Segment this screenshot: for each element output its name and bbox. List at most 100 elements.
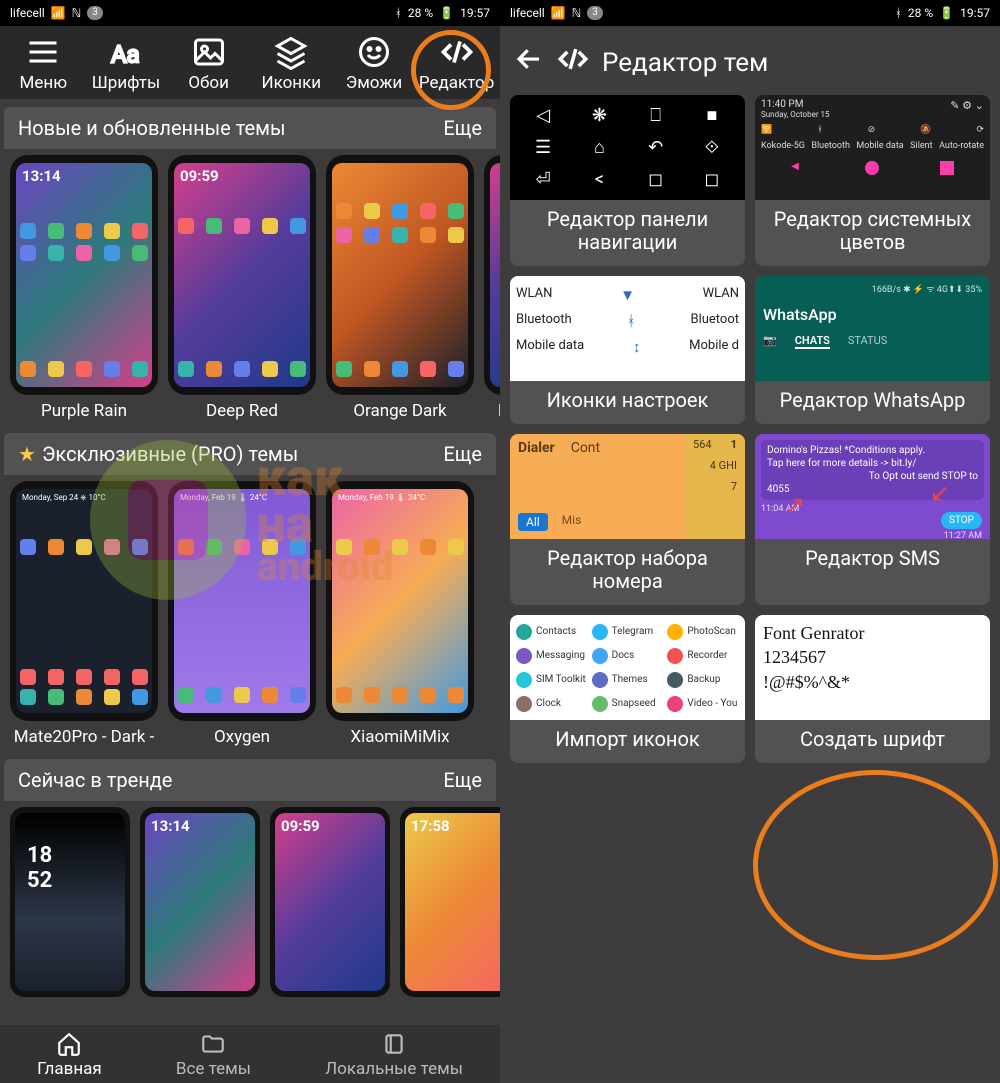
card-label: Иконки настроек [510, 381, 745, 424]
nav-all[interactable]: Все темы [176, 1031, 251, 1079]
editor-header: Редактор тем [500, 26, 1000, 89]
theme-card[interactable]: 13:14 [140, 807, 260, 997]
card-label: Редактор панели навигации [510, 200, 745, 266]
nav-all-label: Все темы [176, 1059, 251, 1079]
card-label: Импорт иконок [510, 720, 745, 763]
theme-clock: Monday, Feb 19 🌡 24°C [338, 493, 425, 502]
iconimport-thumb: ContactsTelegramPhotoScanMessagingDocsRe… [510, 615, 745, 720]
theme-card[interactable]: 09:59 [270, 807, 390, 997]
emoji-button[interactable]: Эможи [334, 34, 414, 93]
dialer-thumb: DialerCont 5641 4 GHI 7 AllMis [510, 434, 745, 539]
theme-name: Oxygen [168, 727, 316, 747]
theme-name: H [484, 401, 500, 421]
carrier-text: lifecell [10, 6, 45, 20]
battery-text: 28 % [408, 6, 433, 20]
editor-grid: ◁❋⎕■ ☰⌂↶⟐ ⏎<◻◻ Редактор панели навигации… [500, 89, 1000, 769]
icons-button[interactable]: Иконки [251, 34, 331, 93]
font-highlight-circle [753, 770, 998, 960]
signal-icon: 📶 [51, 6, 66, 20]
clock-text: 19:57 [960, 6, 990, 20]
theme-clock: 17:58 [411, 817, 450, 835]
nav-thumb: ◁❋⎕■ ☰⌂↶⟐ ⏎<◻◻ [510, 95, 745, 200]
svg-text:Aa: Aa [111, 41, 140, 69]
menu-button[interactable]: Меню [3, 34, 83, 93]
bluetooth-icon: ᚼ [895, 6, 902, 20]
syscolor-thumb: 11:40 PMSunday, October 15 ✎ ⚙ ⌄ 🛜ᚼ⊘🔕⟳ K… [755, 95, 990, 200]
theme-card[interactable]: Monday, Feb 19 🌡 24°C Oxygen [168, 481, 316, 747]
nav-home[interactable]: Главная [37, 1031, 102, 1079]
card-dialer[interactable]: DialerCont 5641 4 GHI 7 AllMis Редактор … [510, 434, 745, 605]
back-button[interactable] [514, 44, 544, 81]
font-thumb: Font Genrator 1234567 !@#$%^&* [755, 615, 990, 720]
star-icon: ★ [18, 442, 36, 466]
code-icon [556, 42, 590, 83]
fonts-label: Шрифты [92, 73, 160, 93]
theme-card[interactable]: Monday, Sep 24 ⎈ 10°C Mate20Pro - Dark - [10, 481, 158, 747]
theme-card[interactable]: 17:58 [400, 807, 500, 997]
card-label: Редактор набора номера [510, 539, 745, 605]
theme-name: Purple Rain [10, 401, 158, 421]
card-system-colors[interactable]: 11:40 PMSunday, October 15 ✎ ⚙ ⌄ 🛜ᚼ⊘🔕⟳ K… [755, 95, 990, 266]
sms-thumb: Domino's Pizzas! *Conditions apply. Tap … [755, 434, 990, 539]
whatsapp-thumb: 166B/s ✱ ⚡ ᯤ 4G⬆⬇ 35% WhatsApp 📷 CHATS S… [755, 276, 990, 381]
theme-name: Deep Red [168, 401, 316, 421]
notif-count: 3 [587, 6, 603, 20]
arrow-icon: ↗ [785, 491, 805, 519]
theme-name: XiaomiMiMix [326, 727, 474, 747]
clock-text: 19:57 [460, 6, 490, 20]
card-label: Редактор системных цветов [755, 200, 990, 266]
section-trend-title: Сейчас в тренде [18, 768, 172, 792]
section-pro-more[interactable]: Еще [443, 442, 482, 466]
theme-clock: 13:14 [151, 817, 190, 835]
theme-card[interactable]: 09:59 Deep Red [168, 155, 316, 421]
editor-button[interactable]: Редактор [417, 34, 497, 93]
wallpapers-button[interactable]: Обои [169, 34, 249, 93]
theme-card[interactable]: 13:14 Purple Rain [10, 155, 158, 421]
section-pro-body: Monday, Sep 24 ⎈ 10°C Mate20Pro - Dark -… [0, 475, 500, 751]
card-whatsapp[interactable]: 166B/s ✱ ⚡ ᯤ 4G⬆⬇ 35% WhatsApp 📷 CHATS S… [755, 276, 990, 424]
fonts-button[interactable]: Aa Шрифты [86, 34, 166, 93]
card-settings-icons[interactable]: WLAN▼WLAN BluetoothᚼBluetoot Mobile data… [510, 276, 745, 424]
section-trend-header[interactable]: Сейчас в тренде Еще [4, 759, 496, 801]
card-label: Создать шрифт [755, 720, 990, 763]
nav-local[interactable]: Локальные темы [325, 1031, 463, 1079]
menu-label: Меню [20, 73, 68, 93]
card-nav-editor[interactable]: ◁❋⎕■ ☰⌂↶⟐ ⏎<◻◻ Редактор панели навигации [510, 95, 745, 266]
theme-card[interactable]: Orange Dark [326, 155, 474, 421]
section-new-header[interactable]: Новые и обновленные темы Еще [4, 107, 496, 149]
signal-icon: 📶 [551, 6, 566, 20]
card-create-font[interactable]: Font Genrator 1234567 !@#$%^&* Создать ш… [755, 615, 990, 763]
card-label: Редактор SMS [755, 539, 990, 582]
nfc-icon: ℕ [72, 6, 82, 20]
theme-clock: Monday, Feb 19 🌡 24°C [180, 493, 267, 502]
icons-label: Иконки [261, 73, 321, 93]
battery-text: 28 % [908, 6, 933, 20]
section-pro-title: Эксклюзивные (PRO) темы [42, 442, 298, 466]
editor-label: Редактор [419, 73, 494, 93]
main-toolbar: Меню Aa Шрифты Обои Иконки Эможи Редакто… [0, 26, 500, 99]
theme-clock: 09:59 [281, 817, 320, 835]
nfc-icon: ℕ [572, 6, 582, 20]
card-icon-import[interactable]: ContactsTelegramPhotoScanMessagingDocsRe… [510, 615, 745, 763]
carrier-text: lifecell [510, 6, 545, 20]
wallpapers-label: Обои [188, 73, 229, 93]
theme-clock: 18 52 [27, 843, 52, 893]
battery-icon: 🔋 [939, 6, 954, 20]
status-bar: lifecell 📶 ℕ 3 ᚼ 28 % 🔋 19:57 [0, 0, 500, 26]
section-pro-header[interactable]: ★Эксклюзивные (PRO) темы Еще [4, 433, 496, 475]
settings-thumb: WLAN▼WLAN BluetoothᚼBluetoot Mobile data… [510, 276, 745, 381]
theme-name: Orange Dark [326, 401, 474, 421]
theme-card[interactable]: Monday, Feb 19 🌡 24°C XiaomiMiMix [326, 481, 474, 747]
section-new-body: 13:14 Purple Rain 09:59 Deep Red [0, 149, 500, 425]
theme-clock: Monday, Sep 24 ⎈ 10°C [22, 493, 106, 503]
section-new-more[interactable]: Еще [443, 116, 482, 140]
theme-card[interactable]: 18 52 [10, 807, 130, 997]
camera-icon: 📷 [763, 334, 777, 349]
theme-card[interactable]: H [484, 155, 500, 421]
flower-icon: ❋ [574, 103, 624, 129]
card-sms[interactable]: Domino's Pizzas! *Conditions apply. Tap … [755, 434, 990, 605]
theme-clock: 13:14 [22, 167, 61, 185]
battery-icon: 🔋 [439, 6, 454, 20]
section-trend-more[interactable]: Еще [443, 768, 482, 792]
status-bar: lifecell 📶 ℕ 3 ᚼ 28 % 🔋 19:57 [500, 0, 1000, 26]
